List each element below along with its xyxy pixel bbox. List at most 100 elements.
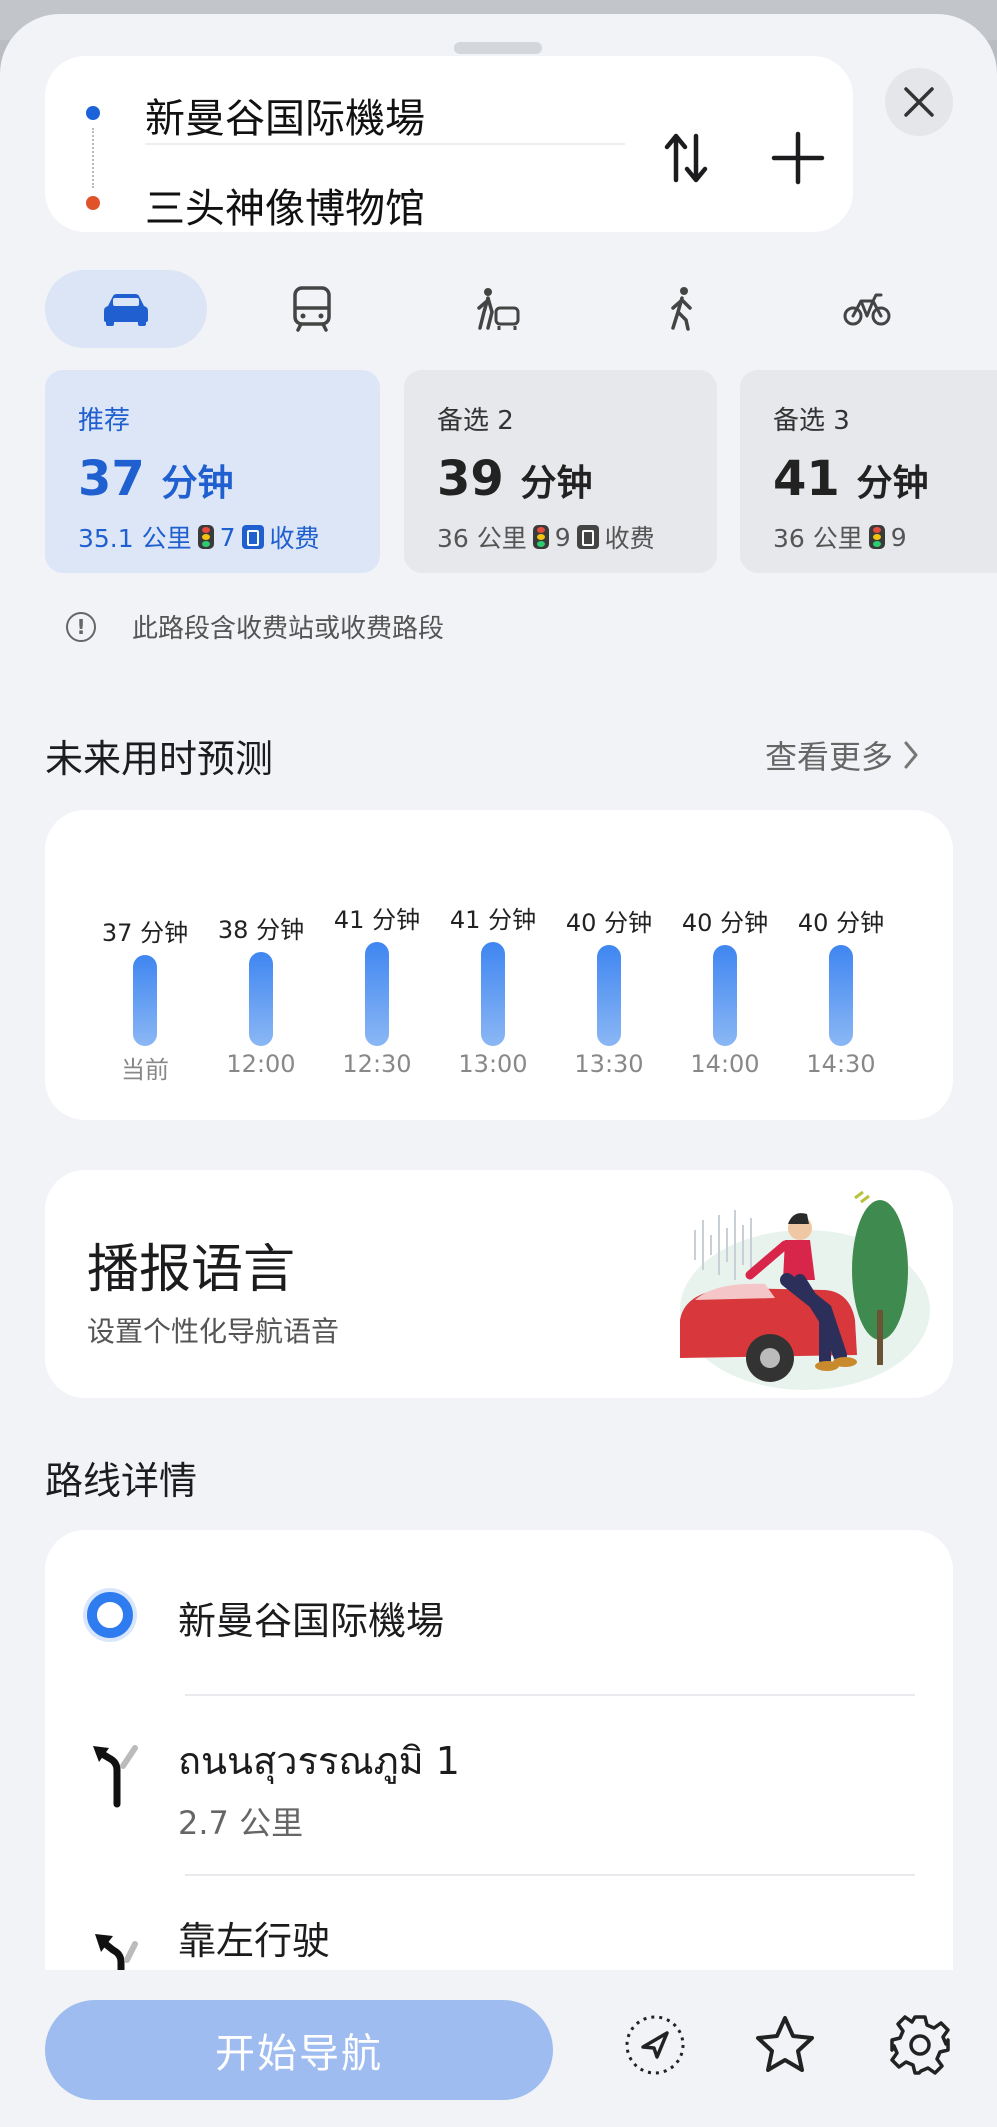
route-distance: 35.1 公里 — [78, 524, 192, 553]
bar-value-label: 37 分钟 — [101, 919, 189, 947]
route-option-time: 37 分钟 — [78, 451, 234, 507]
forecast-bar — [829, 945, 853, 1046]
location-arrow-icon — [625, 2015, 685, 2075]
taxi-icon — [477, 288, 520, 330]
start-navigation-button[interactable]: 开始导航 — [45, 2000, 553, 2100]
route-option-label: 备选 2 — [437, 406, 514, 436]
traffic-light-icon — [532, 525, 549, 549]
traffic-light-icon — [197, 525, 214, 549]
route-connector — [92, 128, 94, 188]
traffic-light-icon — [868, 525, 885, 549]
info-icon: ! — [66, 612, 96, 642]
route-option-time: 39 分钟 — [437, 451, 593, 507]
bar-category-label: 12:00 — [226, 1050, 296, 1078]
forecast-bar — [597, 945, 621, 1046]
toll-label: 收费 — [604, 524, 655, 553]
bar-value-label: 38 分钟 — [217, 916, 305, 944]
traffic-light-count: 7 — [219, 522, 236, 552]
toll-notice-text: 此路段含收费站或收费路段 — [132, 614, 445, 644]
route-distance: 36 公里 — [437, 524, 527, 553]
route-option-meta: 36 公里 9 — [773, 519, 997, 555]
end-point-icon — [86, 196, 100, 210]
origin-field[interactable]: 新曼谷国际機場 — [145, 86, 425, 144]
close-button[interactable] — [885, 68, 953, 136]
forecast-bar — [249, 952, 273, 1046]
bar-category-label: 当前 — [121, 1056, 169, 1084]
locate-button[interactable] — [620, 2010, 690, 2080]
start-location-name: 新曼谷国际機場 — [178, 1599, 445, 1643]
forecast-title: 未来用时预测 — [45, 737, 274, 781]
forecast-bar — [481, 942, 505, 1046]
gear-icon — [890, 2015, 950, 2075]
forecast-bar — [365, 942, 389, 1046]
route-details-card: 新曼谷国际機場 ถนนสุวรรณภูมิ 1 2.7 公里 靠左行驶 — [45, 1530, 953, 1970]
mode-tab-transit[interactable] — [272, 270, 352, 348]
bar-category-label: 14:30 — [806, 1050, 876, 1078]
forecast-bar — [133, 955, 157, 1046]
toll-label: 收费 — [269, 524, 320, 553]
bar-value-label: 41 分钟 — [449, 906, 537, 934]
route-option-time: 41 分钟 — [773, 451, 929, 507]
view-more-link[interactable]: 查看更多 — [765, 732, 919, 778]
bar-value-label: 41 分钟 — [333, 906, 421, 934]
voice-illustration — [680, 1190, 930, 1390]
star-icon — [756, 2016, 814, 2072]
plus-icon — [771, 131, 825, 185]
divider — [185, 1874, 915, 1876]
bottom-action-bar: 开始导航 — [0, 1970, 997, 2127]
bar-category-label: 13:00 — [458, 1050, 528, 1078]
voice-language-card[interactable]: 播报语言 设置个性化导航语音 — [45, 1170, 953, 1398]
swap-route-button[interactable] — [660, 128, 712, 188]
mode-tab-car[interactable] — [45, 270, 207, 348]
divider — [185, 1694, 915, 1696]
bar-value-label: 40 分钟 — [565, 909, 653, 937]
voice-language-title: 播报语言 — [87, 1240, 296, 1300]
bar-category-label: 12:30 — [342, 1050, 412, 1078]
mode-tab-taxi[interactable] — [458, 270, 538, 348]
traffic-light-count: 9 — [554, 522, 571, 552]
route-details-title: 路线详情 — [45, 1459, 198, 1503]
bar-category-label: 13:30 — [574, 1050, 644, 1078]
bar-category-label: 14:00 — [690, 1050, 760, 1078]
mode-tab-walk[interactable] — [642, 270, 722, 348]
add-stop-button[interactable] — [768, 128, 828, 188]
destination-field[interactable]: 三头神像博物馆 — [145, 176, 425, 234]
car-icon — [104, 294, 148, 326]
view-more-label: 查看更多 — [765, 738, 894, 776]
toll-icon — [576, 525, 599, 549]
step-road-name: ถนนสุวรรณภูมิ 1 — [178, 1739, 460, 1783]
walk-icon — [671, 287, 692, 331]
bike-icon — [843, 293, 891, 326]
mode-tab-bike[interactable] — [827, 270, 907, 348]
chevron-right-icon — [904, 741, 918, 769]
route-option-label: 备选 3 — [773, 406, 850, 436]
route-option-alt-2[interactable]: 备选 2 39 分钟 36 公里 9 收费 — [404, 370, 717, 573]
toll-notice: ! 此路段含收费站或收费路段 — [66, 612, 444, 644]
step-distance: 2.7 公里 — [178, 1804, 304, 1842]
step-road-name: 靠左行驶 — [178, 1919, 331, 1963]
settings-button[interactable] — [885, 2010, 955, 2080]
route-option-meta: 35.1 公里 7 收费 — [78, 519, 380, 555]
keep-left-icon — [95, 1934, 138, 1970]
start-location-icon — [87, 1592, 133, 1638]
route-option-recommended[interactable]: 推荐 37 分钟 35.1 公里 7 收费 — [45, 370, 380, 573]
close-icon — [904, 87, 934, 117]
route-option-meta: 36 公里 9 收费 — [437, 519, 717, 555]
swap-icon — [664, 133, 708, 183]
traffic-light-count: 9 — [890, 522, 907, 552]
bar-value-label: 40 分钟 — [681, 909, 769, 937]
forecast-bar — [713, 945, 737, 1046]
start-point-icon — [86, 106, 100, 120]
divider — [145, 143, 625, 145]
voice-language-subtitle: 设置个性化导航语音 — [87, 1315, 340, 1348]
toll-icon — [241, 525, 264, 549]
turn-left-slight-icon — [93, 1745, 138, 1808]
forecast-chart: 37 分钟当前 38 分钟 12:00 41 分钟 12:30 41 分钟 13:00 40 … — [45, 810, 953, 1120]
bus-icon — [293, 286, 331, 332]
route-option-label: 推荐 — [78, 406, 131, 436]
favorite-button[interactable] — [750, 2010, 820, 2080]
route-option-alt-3[interactable]: 备选 3 41 分钟 36 公里 9 — [740, 370, 997, 573]
bar-value-label: 40 分钟 — [797, 909, 885, 937]
route-distance: 36 公里 — [773, 524, 863, 553]
sheet-grabber[interactable] — [454, 42, 542, 54]
